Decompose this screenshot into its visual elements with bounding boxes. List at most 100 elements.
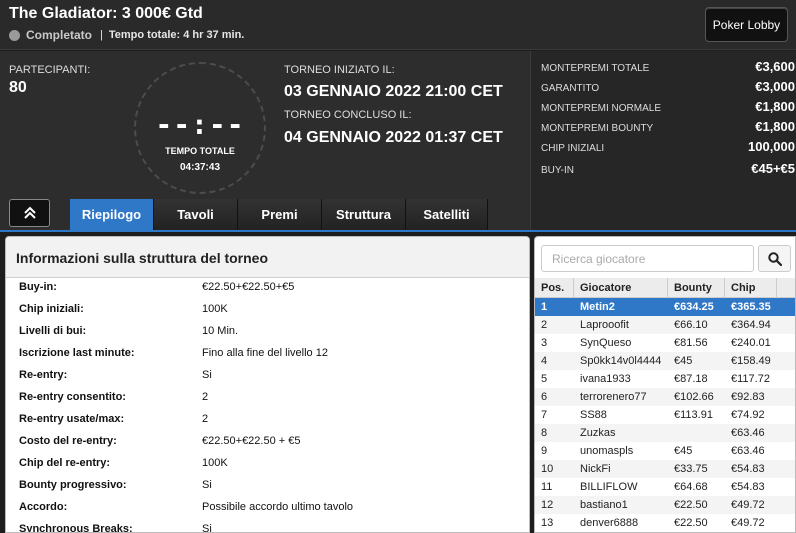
column-header-player[interactable]: Giocatore [574, 278, 668, 297]
cell-pos: 2 [541, 319, 548, 331]
cell-name: ivana1933 [580, 373, 631, 385]
cell-chip: €240.01 [731, 337, 771, 349]
cell-pos: 11 [541, 481, 553, 493]
table-row[interactable]: 7 SS88 €113.91 €74.92 [535, 406, 795, 424]
cell-bounty: €22.50 [674, 517, 708, 529]
prize-row-guaranteed: GARANTITO €3,000 [541, 79, 795, 94]
column-header-pos[interactable]: Pos. [535, 278, 574, 297]
players-panel: Pos. Giocatore Bounty Chip 1 Metin2 €634.2… [534, 236, 796, 533]
prize-panel: MONTEPREMI TOTALE €3,600 GARANTITO €3,00… [530, 51, 796, 231]
cell-chip: €63.46 [731, 427, 765, 439]
table-row[interactable]: 9 unomaspls €45 €63.46 [535, 442, 795, 460]
tab-underline [0, 230, 796, 232]
structure-row: Chip iniziali: 100K [19, 303, 519, 325]
total-time-text: Tempo totale: 4 hr 37 min. [108, 29, 245, 41]
cell-name: Laprooofit [580, 319, 629, 331]
table-row[interactable]: 11 BILLIFLOW €64.68 €54.83 [535, 478, 795, 496]
structure-row: Re-entry usate/max: 2 [19, 413, 519, 435]
cell-bounty: €45 [674, 445, 693, 457]
prize-value: 100,000 [748, 139, 795, 154]
clock-ring: --:-- TEMPO TOTALE 04:37:43 [134, 62, 266, 194]
table-row[interactable]: 3 SynQueso €81.56 €240.01 [535, 334, 795, 352]
table-row[interactable]: 1 Metin2 €634.25 €365.35 [535, 298, 795, 316]
search-button[interactable] [758, 245, 791, 272]
participants-value: 80 [9, 79, 27, 96]
players-table: Pos. Giocatore Bounty Chip 1 Metin2 €634.2… [535, 278, 795, 532]
search-bar [541, 245, 791, 272]
poker-lobby-button[interactable]: Poker Lobby [705, 7, 788, 42]
tab-struttura[interactable]: Struttura [322, 199, 406, 230]
separator: | [100, 29, 103, 41]
prize-label: MONTEPREMI TOTALE [541, 63, 650, 74]
structure-label: Livelli di bui: [19, 325, 87, 337]
cell-pos: 7 [541, 409, 548, 421]
structure-label: Buy-in: [19, 281, 57, 293]
status-text: Completato [26, 28, 92, 42]
structure-label: Re-entry: [19, 369, 68, 381]
prize-value: €1,800 [755, 119, 795, 134]
end-value: 04 GENNAIO 2022 01:37 CET [284, 129, 503, 146]
tab-satelliti[interactable]: Satelliti [406, 199, 488, 230]
column-header-chip[interactable]: Chip [725, 278, 777, 297]
structure-row: Accordo: Possibile accordo ultimo tavolo [19, 501, 519, 523]
cell-pos: 9 [541, 445, 548, 457]
structure-value: Si [202, 523, 212, 533]
column-header-bounty[interactable]: Bounty [668, 278, 725, 297]
status-row: Completato | Tempo totale: 4 hr 37 min. [9, 28, 244, 42]
cell-bounty: €81.56 [674, 337, 708, 349]
structure-panel: Informazioni sulla struttura del torneo … [5, 236, 530, 533]
collapse-button[interactable] [9, 199, 50, 227]
double-chevron-up-icon [23, 206, 36, 219]
table-row[interactable]: 13 denver6888 €22.50 €49.72 [535, 514, 795, 532]
structure-value: Fino alla fine del livello 12 [202, 347, 328, 359]
cell-pos: 4 [541, 355, 548, 367]
search-input[interactable] [541, 245, 754, 272]
cell-chip: €49.72 [731, 517, 765, 529]
structure-label: Synchronous Breaks: [19, 523, 133, 533]
cell-chip: €365.35 [731, 301, 771, 313]
prize-label: BUY-IN [541, 165, 574, 176]
cell-name: terrorenero77 [580, 391, 647, 403]
participants-label: PARTECIPANTI: [9, 64, 91, 76]
structure-label: Bounty progressivo: [19, 479, 127, 491]
table-header: Pos. Giocatore Bounty Chip [535, 278, 795, 298]
table-row[interactable]: 10 NickFi €33.75 €54.83 [535, 460, 795, 478]
cell-name: bastiano1 [580, 499, 628, 511]
cell-chip: €63.46 [731, 445, 765, 457]
table-row[interactable]: 6 terrorenero77 €102.66 €92.83 [535, 388, 795, 406]
cell-chip: €117.72 [731, 373, 770, 385]
tab-premi[interactable]: Premi [238, 199, 322, 230]
cell-chip: €54.83 [731, 481, 765, 493]
table-row[interactable]: 5 ivana1933 €87.18 €117.72 [535, 370, 795, 388]
structure-value: Si [202, 369, 212, 381]
cell-chip: €364.94 [731, 319, 771, 331]
cell-bounty: €45 [674, 355, 693, 367]
cell-pos: 10 [541, 463, 554, 475]
structure-value: €22.50+€22.50 + €5 [202, 435, 301, 447]
prize-value: €3,000 [755, 79, 795, 94]
structure-label: Costo del re-entry: [19, 435, 117, 447]
cell-name: SynQueso [580, 337, 632, 349]
prize-label: CHIP INIZIALI [541, 143, 605, 154]
clock-time: 04:37:43 [179, 162, 221, 173]
search-icon [767, 251, 782, 266]
structure-label: Iscrizione last minute: [19, 347, 135, 359]
table-row[interactable]: 8 Zuzkas €63.46 [535, 424, 795, 442]
tab-riepilogo[interactable]: Riepilogo [70, 199, 154, 230]
cell-bounty: €22.50 [674, 499, 708, 511]
table-row[interactable]: 2 Laprooofit €66.10 €364.94 [535, 316, 795, 334]
tab-tavoli[interactable]: Tavoli [154, 199, 238, 230]
prize-row-total: MONTEPREMI TOTALE €3,600 [541, 59, 795, 74]
structure-value: Si [202, 479, 212, 491]
structure-row: Synchronous Breaks: Si [19, 523, 519, 533]
structure-row: Buy-in: €22.50+€22.50+€5 [19, 281, 519, 303]
table-row[interactable]: 12 bastiano1 €22.50 €49.72 [535, 496, 795, 514]
cell-bounty: €113.91 [674, 409, 713, 421]
structure-row: Iscrizione last minute: Fino alla fine de… [19, 347, 519, 369]
cell-chip: €158.49 [731, 355, 771, 367]
table-row[interactable]: 4 Sp0kk14v0l4444 €45 €158.49 [535, 352, 795, 370]
structure-value: 2 [202, 391, 209, 403]
cell-bounty: €66.10 [674, 319, 708, 331]
prize-row-buyin: BUY-IN €45+€5 [541, 161, 795, 176]
prize-row-bounty: MONTEPREMI BOUNTY €1,800 [541, 119, 795, 134]
